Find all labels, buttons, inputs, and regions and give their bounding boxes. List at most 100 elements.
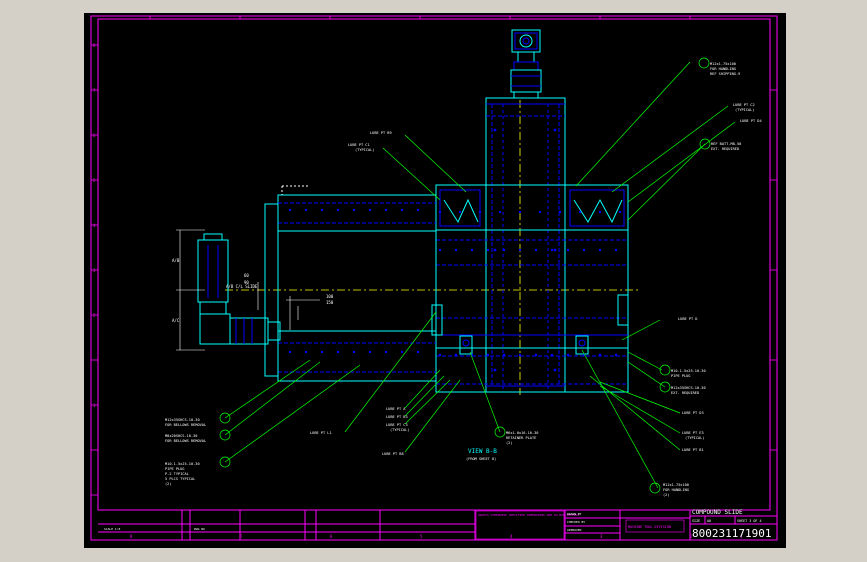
fastener-dot: [384, 350, 388, 354]
fastener-dot: [553, 128, 557, 132]
drawing-canvas: [84, 13, 786, 548]
fastener-dot: [550, 353, 554, 357]
dim-ab: A/B: [172, 258, 180, 263]
dim-ac: A/C: [172, 318, 180, 323]
view-subtitle: (FROM SHEET 8): [466, 457, 496, 461]
size-label: SIZE: [692, 519, 700, 523]
callout-bot-bolt: M12x1.75x100: [663, 483, 689, 487]
fastener-dot: [458, 210, 462, 214]
fastener-dot: [553, 248, 557, 252]
callout-mid-bolt: M10-1.5x25-10-30: [671, 369, 706, 373]
fastener-dot: [614, 248, 618, 252]
fastener-dot: [454, 353, 458, 357]
fastener-dot: [534, 353, 538, 357]
fastener-dot: [438, 248, 442, 252]
fastener-dot: [493, 368, 497, 372]
fastener-dot: [598, 353, 602, 357]
fastener-dot: [486, 353, 490, 357]
dim-100: 100: [326, 294, 334, 299]
title-note: UNLESS OTHERWISE SPECIFIED DIMENSIONS AR…: [478, 513, 579, 517]
fastener-dot: [416, 350, 420, 354]
dim-150: 150: [326, 300, 334, 305]
callout-lube-a: LUBE PT A: [386, 407, 406, 411]
fastener-dot: [534, 248, 538, 252]
callout-top-bolt: M12x1.75x100: [710, 62, 736, 66]
callout-bolt-a-note: FOR BELLOWS REMOVAL: [165, 423, 206, 427]
callout-wiper-qty: (2): [506, 441, 513, 445]
fastener-dot: [618, 210, 622, 214]
callout-lube-c2-sub: (TYPICAL): [735, 108, 754, 112]
fastener-dot: [416, 208, 420, 212]
fastener-dot: [384, 208, 388, 212]
callout-lube-d: LUBE PT D: [678, 317, 697, 321]
callout-mid-bolt-2-note: EXT. REQUIRED: [671, 391, 699, 395]
drawn-label: DRAWN BY: [567, 512, 582, 516]
callout-lube-b8: LUBE PT B8: [382, 452, 404, 456]
view-label: VIEW B-B (FROM SHEET 8): [466, 448, 497, 461]
fastener-dot: [304, 350, 308, 354]
fastener-dot: [553, 368, 557, 372]
fastener-dot: [352, 350, 356, 354]
fastener-dot: [336, 350, 340, 354]
fastener-dot: [470, 248, 474, 252]
callout-lube-b9: LUBE PT B9: [370, 131, 392, 135]
fastener-dot: [336, 208, 340, 212]
fastener-dot: [566, 353, 570, 357]
callout-bolt-c-qty: (2): [165, 482, 172, 486]
callout-lube-e3-sub: (TYPICAL): [685, 436, 704, 440]
callout-lube-c2: LUBE PT C2: [733, 103, 755, 107]
fastener-dot: [320, 350, 324, 354]
fastener-dot: [498, 210, 502, 214]
callout-mid-bolt-2: M12x35SHCS-10-30: [671, 386, 706, 390]
drawing-title: COMPOUND SLIDE: [692, 509, 743, 516]
callout-wiper: M6x1.0x16-10-30: [506, 431, 538, 435]
fastener-dot: [368, 208, 372, 212]
callout-bolt-c-note2: P-2 TYPICAL: [165, 472, 189, 476]
fastener-dot: [454, 248, 458, 252]
callout-lube-c1: LUBE PT C1: [348, 143, 370, 147]
callout-bolt-b: M8x20SHCS-10-30: [165, 434, 197, 438]
fastener-dot: [493, 128, 497, 132]
fastener-dot: [400, 208, 404, 212]
fastener-dot: [438, 353, 442, 357]
cad-viewport[interactable]: 8 7 6 5 4 3 2 1 8 7 6 5 4 3 2 1 A/B A/C …: [0, 0, 867, 562]
fastener-dot: [400, 350, 404, 354]
fastener-dot: [493, 248, 497, 252]
fastener-dot: [486, 248, 490, 252]
fastener-dot: [320, 208, 324, 212]
size-value: A0: [707, 519, 711, 523]
scale-label: SCALE 1:8: [104, 527, 120, 531]
fastener-dot: [518, 353, 522, 357]
fastener-dot: [518, 210, 522, 214]
callout-bot-bolt-note: FOR HANDLING: [663, 488, 689, 492]
callout-top-bolt-note: FOR HANDLING: [710, 67, 736, 71]
callout-lube-d4: LUBE PT D4: [740, 119, 762, 123]
fastener-dot: [558, 210, 562, 214]
view-title: VIEW B-B: [468, 448, 497, 455]
dwg-no-label: DWG NO: [194, 527, 205, 531]
fastener-dot: [352, 208, 356, 212]
approved-label: APPROVED: [567, 528, 582, 532]
callout-lube-b1: LUBE PT B1: [682, 448, 704, 452]
callout-lube-c3: LUBE PT C3: [386, 423, 408, 427]
callout-ref: REF BATT-M8-50: [711, 142, 741, 146]
fastener-dot: [288, 208, 292, 212]
fastener-dot: [598, 248, 602, 252]
callout-lube-l1: LUBE PT L1: [310, 431, 332, 435]
dim-60: 60: [244, 273, 249, 278]
callout-ref-note: EXT. REQUIRED: [711, 147, 739, 151]
callout-bolt-c-note: PIPE PLUG: [165, 467, 184, 471]
callout-bot-bolt-qty: (2): [663, 493, 670, 497]
callout-lube-e3: LUBE PT E3: [682, 431, 704, 435]
fastener-dot: [582, 248, 586, 252]
callout-mid-bolt-note: PIPE PLUG: [671, 374, 690, 378]
fastener-dot: [578, 210, 582, 214]
fastener-dot: [304, 208, 308, 212]
fastener-dot: [502, 353, 506, 357]
callout-bolt-b-note: FOR BELLOWS REMOVAL: [165, 439, 206, 443]
callout-lube-d3: LUBE PT D3: [682, 411, 704, 415]
callout-wiper-note: RETAINER PLATE: [506, 436, 536, 440]
fastener-dot: [598, 210, 602, 214]
fastener-dot: [368, 350, 372, 354]
drawing-number: 800231171901: [692, 527, 771, 540]
